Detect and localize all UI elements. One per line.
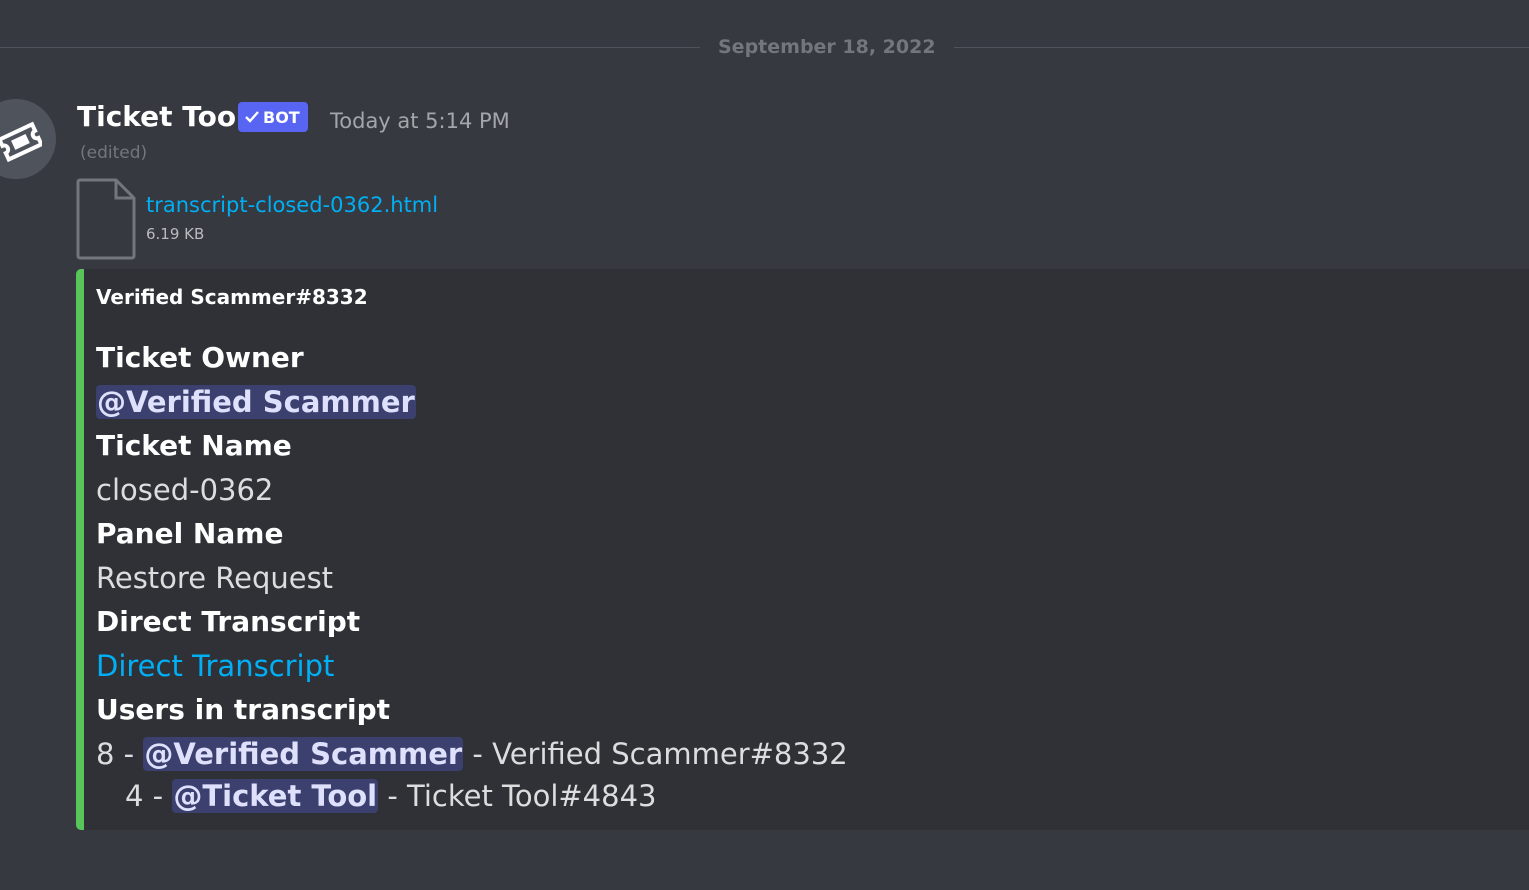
field-title-ticket-name: Ticket Name: [96, 429, 292, 462]
bot-tag: BOT: [238, 102, 308, 132]
mention-verified-scammer[interactable]: @Verified Scammer: [143, 737, 464, 771]
attachment-file-icon: [76, 178, 136, 264]
message-timestamp[interactable]: Today at 5:14 PM: [330, 109, 510, 133]
avatar[interactable]: [0, 99, 56, 179]
edited-marker: (edited): [80, 143, 148, 163]
embed-author: Verified Scammer#8332: [96, 285, 368, 309]
attachment-size: 6.19 KB: [146, 225, 205, 243]
field-value-ticket-name: closed-0362: [96, 473, 274, 507]
user-row: 8 - @Verified Scammer - Verified Scammer…: [96, 737, 848, 771]
mention-ticket-tool[interactable]: @Ticket Tool: [172, 779, 379, 813]
date-divider: September 18, 2022: [0, 32, 1529, 62]
checkmark-icon: [245, 111, 259, 123]
direct-transcript-link[interactable]: Direct Transcript: [96, 649, 334, 683]
field-title-ticket-owner: Ticket Owner: [96, 341, 304, 374]
bot-tag-label: BOT: [263, 107, 300, 127]
field-value-ticket-owner: @Verified Scammer: [96, 385, 416, 419]
user-tag: - Ticket Tool#4843: [378, 779, 657, 813]
field-value-panel-name: Restore Request: [96, 561, 334, 595]
message-author[interactable]: Ticket Tool: [77, 100, 246, 133]
divider-date: September 18, 2022: [718, 36, 936, 58]
field-title-direct-transcript: Direct Transcript: [96, 605, 361, 638]
user-tag: - Verified Scammer#8332: [463, 737, 848, 771]
ticket-icon: [0, 121, 42, 163]
field-title-users-in-transcript: Users in transcript: [96, 693, 391, 726]
divider-line-right: [953, 46, 1529, 48]
user-count: 4 -: [125, 779, 173, 813]
field-title-panel-name: Panel Name: [96, 517, 284, 550]
user-row: 4 - @Ticket Tool - Ticket Tool#4843: [125, 779, 656, 813]
file-icon: [76, 178, 136, 260]
user-count: 8 -: [96, 737, 144, 771]
attachment-filename-link[interactable]: transcript-closed-0362.html: [146, 193, 438, 217]
divider-line-left: [0, 46, 700, 48]
chat-view: September 18, 2022 Ticket Tool BOT Today…: [0, 0, 1529, 890]
mention-verified-scammer[interactable]: @Verified Scammer: [96, 385, 416, 419]
embed: Verified Scammer#8332 Ticket Owner @Veri…: [76, 269, 1529, 830]
